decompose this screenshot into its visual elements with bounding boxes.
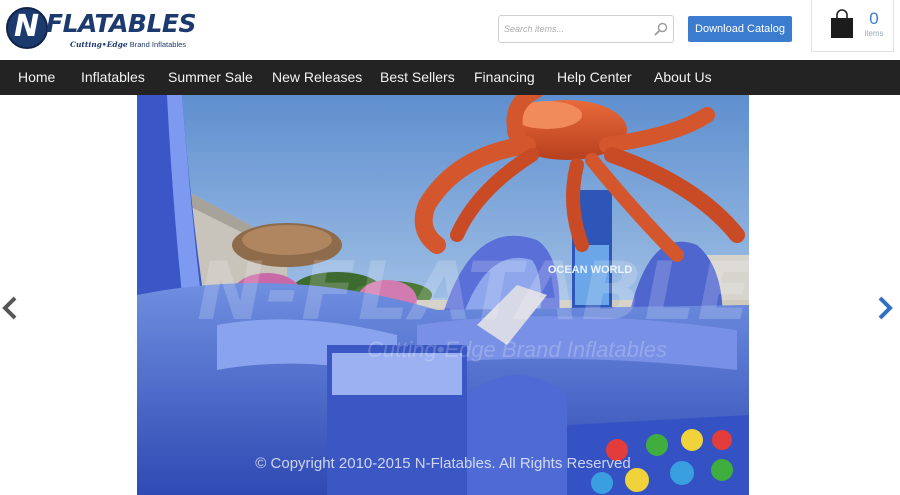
chevron-left-icon[interactable] — [0, 295, 20, 321]
nav-item-financing[interactable]: Financing — [474, 60, 535, 95]
hero-slider: OCEAN WORLD N-FLATABLE Cutting•Edge Bran… — [0, 95, 900, 495]
nav-item-summer-sale[interactable]: Summer Sale — [168, 60, 253, 95]
copyright-overlay: © Copyright 2010-2015 N-Flatables. All R… — [255, 455, 631, 472]
site-logo[interactable]: N FLATABLES Cutting•Edge Brand Inflatabl… — [6, 7, 197, 51]
cart-count: 0 — [869, 9, 879, 28]
slide-image[interactable]: OCEAN WORLD N-FLATABLE Cutting•Edge Bran… — [137, 95, 749, 495]
logo-tagline: Cutting•Edge Brand Inflatables — [70, 40, 187, 49]
nav-item-new-releases[interactable]: New Releases — [272, 60, 362, 95]
logo-wordmark: FLATABLES — [46, 9, 197, 38]
cart-widget[interactable]: 0 items — [811, 0, 894, 52]
shopping-bag-icon — [831, 9, 853, 38]
chevron-right-icon[interactable] — [875, 295, 895, 321]
watermark-tagline: Cutting•Edge Brand Inflatables — [367, 337, 668, 362]
site-header: N FLATABLES Cutting•Edge Brand Inflatabl… — [0, 0, 900, 60]
cart-label: items — [864, 29, 884, 38]
download-catalog-button[interactable]: Download Catalog — [688, 16, 792, 42]
watermark-logo: N-FLATABLES — [197, 245, 749, 338]
main-nav: Home Inflatables Summer Sale New Release… — [0, 60, 900, 95]
search-box — [498, 15, 674, 43]
nav-item-help-center[interactable]: Help Center — [557, 60, 632, 95]
nav-item-about-us[interactable]: About Us — [654, 60, 712, 95]
nav-item-inflatables[interactable]: Inflatables — [81, 60, 145, 95]
search-input[interactable] — [499, 16, 649, 42]
nav-item-best-sellers[interactable]: Best Sellers — [380, 60, 455, 95]
logo-initial: N — [14, 9, 39, 44]
nav-item-home[interactable]: Home — [18, 60, 55, 95]
search-icon[interactable] — [654, 22, 668, 36]
